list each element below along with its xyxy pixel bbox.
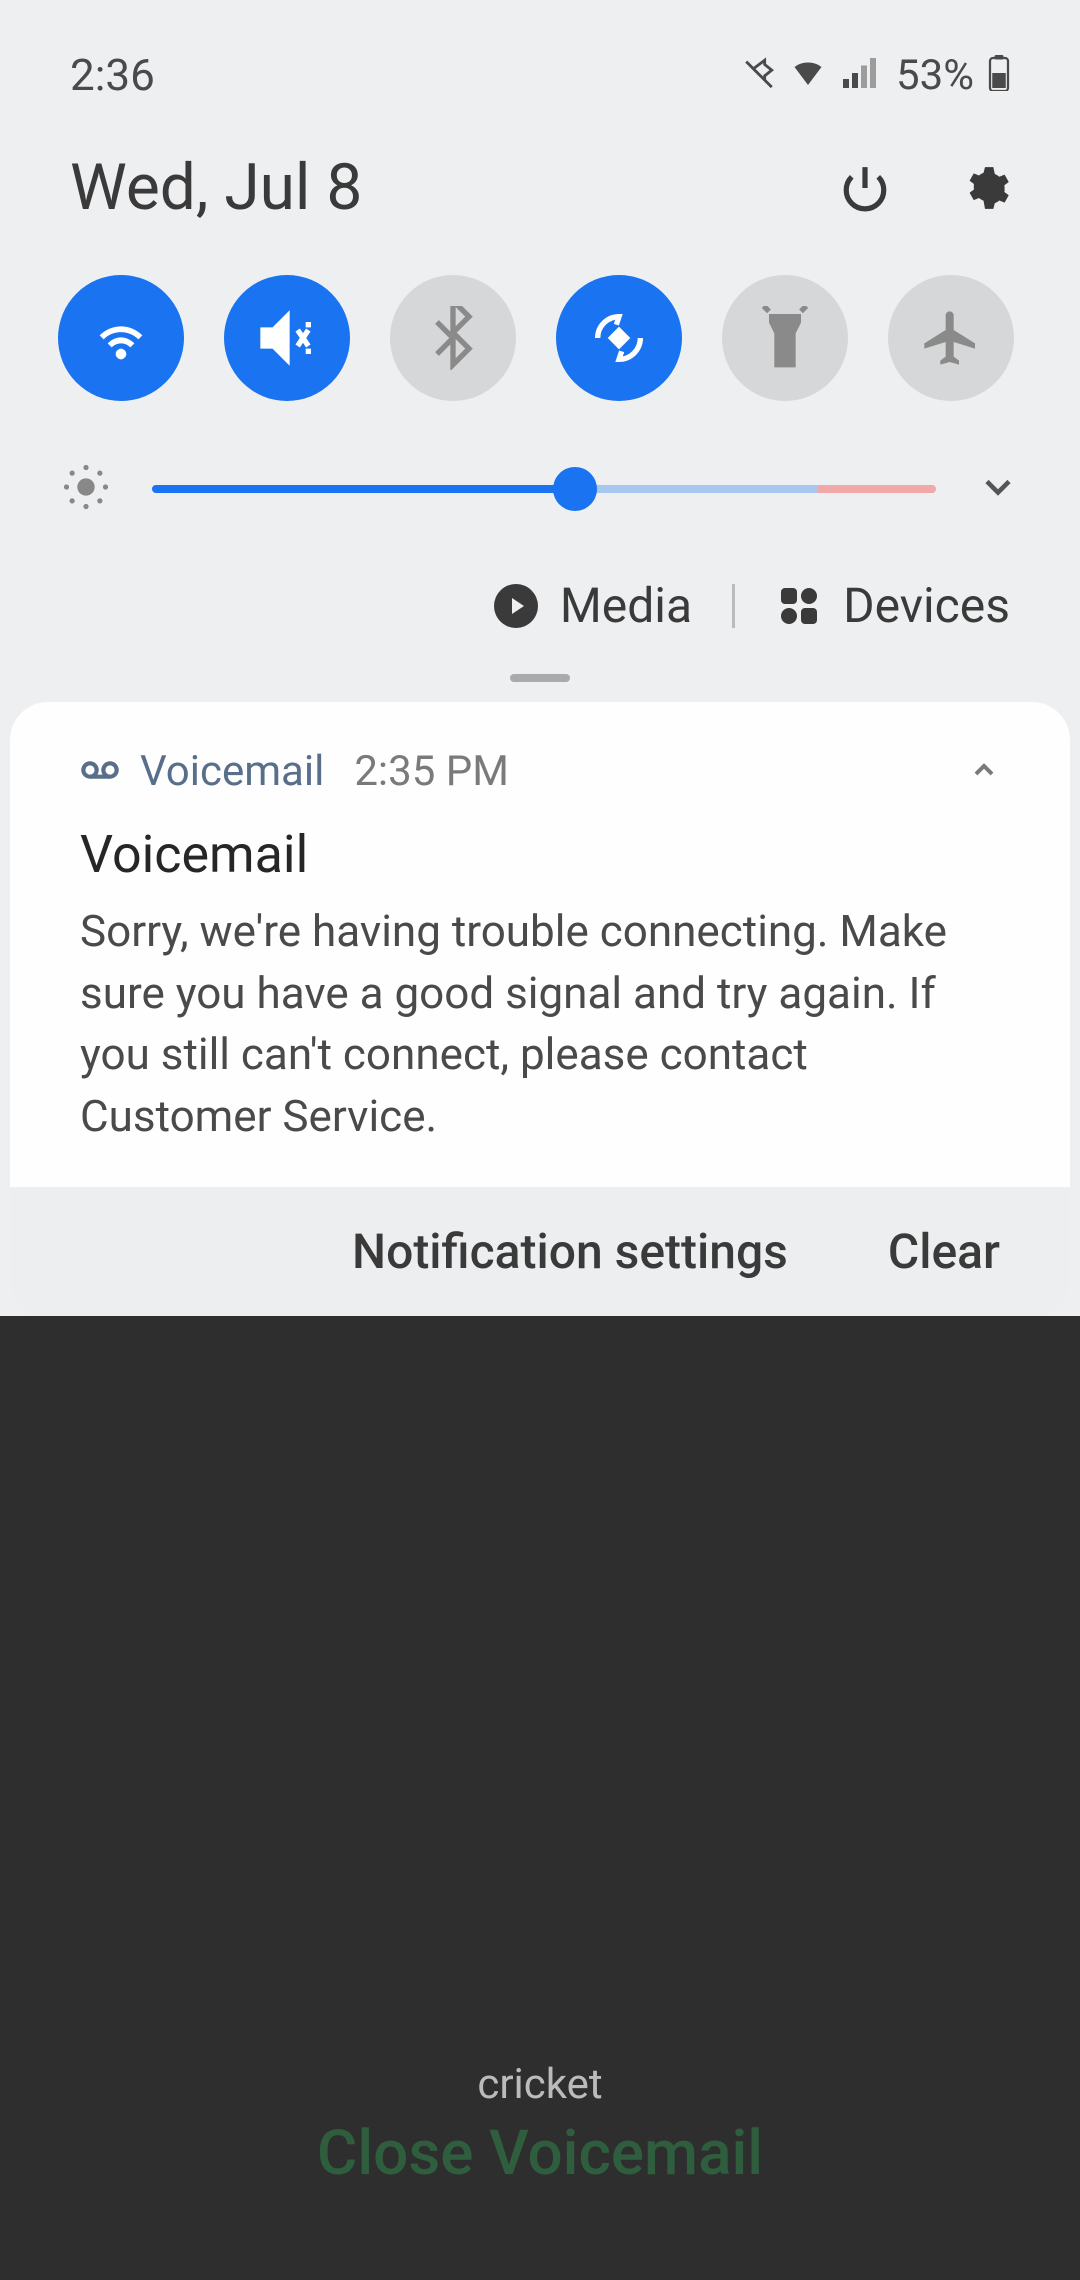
background-app: cricket Close Voicemail [0,2060,1080,2190]
carrier-label: cricket [0,2060,1080,2109]
notification-list: Voicemail 2:35 PM Voicemail Sorry, we're… [10,702,1070,1316]
voicemail-icon [80,750,120,794]
clear-button[interactable]: Clear [888,1223,1000,1280]
devices-button[interactable]: Devices [775,577,1010,634]
brightness-expand-chevron[interactable] [976,465,1020,513]
notification-card[interactable]: Voicemail 2:35 PM Voicemail Sorry, we're… [10,702,1070,1187]
notification-time: 2:35 PM [354,747,509,796]
signal-status-icon [840,55,876,95]
notification-footer: Notification settings Clear [10,1187,1070,1316]
collapse-chevron-icon[interactable] [968,754,1000,790]
divider [732,584,735,628]
qs-tiles-row [0,255,1080,431]
qs-header: Wed, Jul 8 [0,130,1080,255]
settings-gear-button[interactable] [960,163,1010,213]
wifi-status-icon [790,55,826,95]
shade-drag-handle[interactable] [510,674,570,682]
notification-shade: 2:36 53% Wed, Jul 8 [0,0,1080,1316]
notification-title: Voicemail [80,824,1000,885]
auto-rotate-tile[interactable] [556,275,682,401]
brightness-slider[interactable] [152,485,936,493]
notification-settings-button[interactable]: Notification settings [352,1223,788,1280]
devices-label: Devices [843,577,1010,634]
power-button[interactable] [840,163,890,213]
flashlight-tile[interactable] [722,275,848,401]
status-bar: 2:36 53% [0,0,1080,130]
bluetooth-tile[interactable] [390,275,516,401]
notification-header: Voicemail 2:35 PM [80,747,1000,796]
wifi-tile[interactable] [58,275,184,401]
battery-icon [988,55,1010,95]
status-icons: 53% [742,51,1010,100]
notification-app-name: Voicemail [140,747,324,796]
airplane-tile[interactable] [888,275,1014,401]
status-time: 2:36 [70,49,155,101]
header-date: Wed, Jul 8 [70,150,362,225]
notification-body: Sorry, we're having trouble connecting. … [80,901,1000,1147]
media-label: Media [560,577,692,634]
brightness-icon [60,461,112,517]
sound-mute-tile[interactable] [224,275,350,401]
vibrate-off-icon [742,56,776,94]
media-devices-row: Media Devices [0,547,1080,664]
brightness-row [0,431,1080,547]
battery-percent: 53% [896,51,974,100]
media-button[interactable]: Media [492,577,692,634]
close-voicemail-button[interactable]: Close Voicemail [0,2117,1080,2190]
